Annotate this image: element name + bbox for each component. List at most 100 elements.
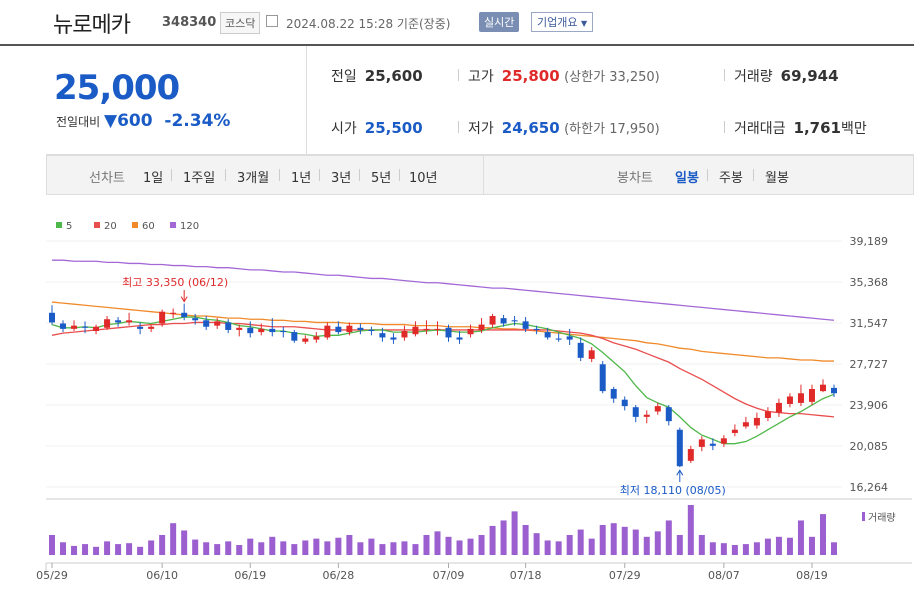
- realtime-button[interactable]: 실시간: [479, 12, 520, 32]
- candle-body: [148, 326, 155, 329]
- candle-body: [566, 336, 573, 340]
- candle-body: [302, 338, 309, 342]
- candle-body: [522, 321, 529, 329]
- volume-bar: [390, 542, 397, 555]
- volume-bar: [71, 545, 78, 555]
- divider: [225, 169, 226, 181]
- y-tick-label: 35,368: [850, 276, 889, 289]
- tab-3m[interactable]: 3개월: [237, 167, 269, 186]
- prev-close-value: 25,600: [364, 67, 423, 85]
- volume-bar: [115, 544, 122, 555]
- candle-body: [687, 449, 694, 461]
- candle-body: [753, 417, 760, 426]
- volume-bar: [280, 541, 287, 555]
- x-tick-label: 06/10: [146, 569, 178, 582]
- volume-bar: [159, 535, 166, 555]
- low-annotation: 최저 18,110 (08/05): [620, 484, 726, 497]
- candle-body: [665, 407, 672, 422]
- volume-bar: [786, 537, 793, 555]
- candle-body: [698, 439, 705, 447]
- open-value: 25,500: [364, 119, 423, 137]
- candle-body: [269, 328, 276, 333]
- divider: [483, 156, 484, 194]
- stock-name: 뉴로메카: [53, 13, 131, 38]
- candle-body: [764, 411, 771, 418]
- volume-bar: [357, 542, 364, 555]
- candle-body: [258, 328, 265, 333]
- divider: [458, 69, 459, 81]
- tab-1d[interactable]: 1일: [143, 167, 163, 186]
- volume-bar: [467, 538, 474, 555]
- candle-body: [379, 333, 386, 338]
- company-overview-dropdown[interactable]: 기업개요 ▼: [531, 12, 594, 32]
- trade-amount: 거래대금 1,761백만: [734, 118, 867, 138]
- candle-body: [368, 329, 375, 332]
- volume-bar: [126, 543, 133, 555]
- volume-bar: [555, 541, 562, 555]
- volume-value: 69,944: [780, 67, 839, 85]
- stock-code: 348340: [162, 15, 217, 30]
- current-price: 25,000: [54, 68, 180, 108]
- candle-body: [357, 327, 364, 330]
- down-arrow-icon: ▼: [104, 111, 118, 131]
- volume-bar: [335, 537, 342, 555]
- y-tick-label: 27,727: [850, 358, 889, 371]
- candle-body: [643, 414, 650, 417]
- high-annotation: 최고 33,350 (06/12): [122, 276, 228, 289]
- tab-5y[interactable]: 5년: [371, 167, 391, 186]
- prev-close-label: 전일: [331, 69, 357, 85]
- open-label: 시가: [331, 121, 357, 137]
- volume-bar: [401, 541, 408, 555]
- high-value: 25,800: [501, 67, 560, 85]
- candle-body: [203, 320, 210, 327]
- volume-bar: [742, 544, 749, 555]
- volume-bar: [797, 520, 804, 555]
- divider: [724, 121, 725, 133]
- candle-body: [104, 319, 111, 328]
- tab-1y[interactable]: 1년: [291, 167, 311, 186]
- volume-bar: [831, 542, 837, 555]
- volume-bar: [566, 535, 573, 555]
- volume-bar: [610, 523, 617, 555]
- volume-bar: [269, 536, 276, 555]
- tab-weekly[interactable]: 주봉: [719, 167, 743, 186]
- volume-bar: [522, 525, 529, 555]
- volume-label: 거래량: [734, 69, 773, 85]
- calendar-icon: [266, 15, 278, 27]
- candle-body: [775, 402, 782, 413]
- volume-bar: [236, 545, 243, 555]
- line-chart-label: 선차트: [89, 171, 125, 186]
- market-badge: 코스닥: [220, 12, 261, 34]
- candle-body: [137, 326, 144, 329]
- volume-bar: [500, 520, 507, 555]
- volume-bar: [313, 538, 320, 555]
- candle-body: [247, 327, 254, 334]
- volume-bar: [643, 536, 650, 555]
- volume-bar: [49, 535, 55, 555]
- candle-body: [456, 337, 463, 340]
- x-tick-label: 07/29: [609, 569, 641, 582]
- volume-bar: [456, 540, 463, 555]
- candle-body: [654, 406, 661, 412]
- tab-1w[interactable]: 1주일: [183, 167, 215, 186]
- tab-monthly[interactable]: 월봉: [765, 167, 789, 186]
- tab-10y[interactable]: 10년: [409, 167, 438, 186]
- candle-body: [236, 327, 243, 330]
- volume-bar: [709, 542, 716, 555]
- volume-bar: [632, 529, 639, 555]
- tab-3y[interactable]: 3년: [331, 167, 351, 186]
- upper-limit: (상한가 33,250): [564, 70, 660, 85]
- candle-body: [731, 429, 738, 433]
- volume-bar: [214, 544, 221, 555]
- volume-bar: [82, 544, 89, 555]
- volume-bar: [203, 542, 210, 555]
- x-tick-label: 08/19: [796, 569, 828, 582]
- volume-bar: [720, 543, 727, 555]
- volume-bar: [731, 545, 738, 555]
- tab-daily[interactable]: 일봉: [675, 167, 699, 186]
- overview-label: 기업개요: [537, 16, 578, 29]
- volume-bar: [511, 511, 518, 555]
- x-tick-label: 07/18: [510, 569, 542, 582]
- candle-body: [82, 326, 89, 328]
- volume-bar: [698, 535, 705, 555]
